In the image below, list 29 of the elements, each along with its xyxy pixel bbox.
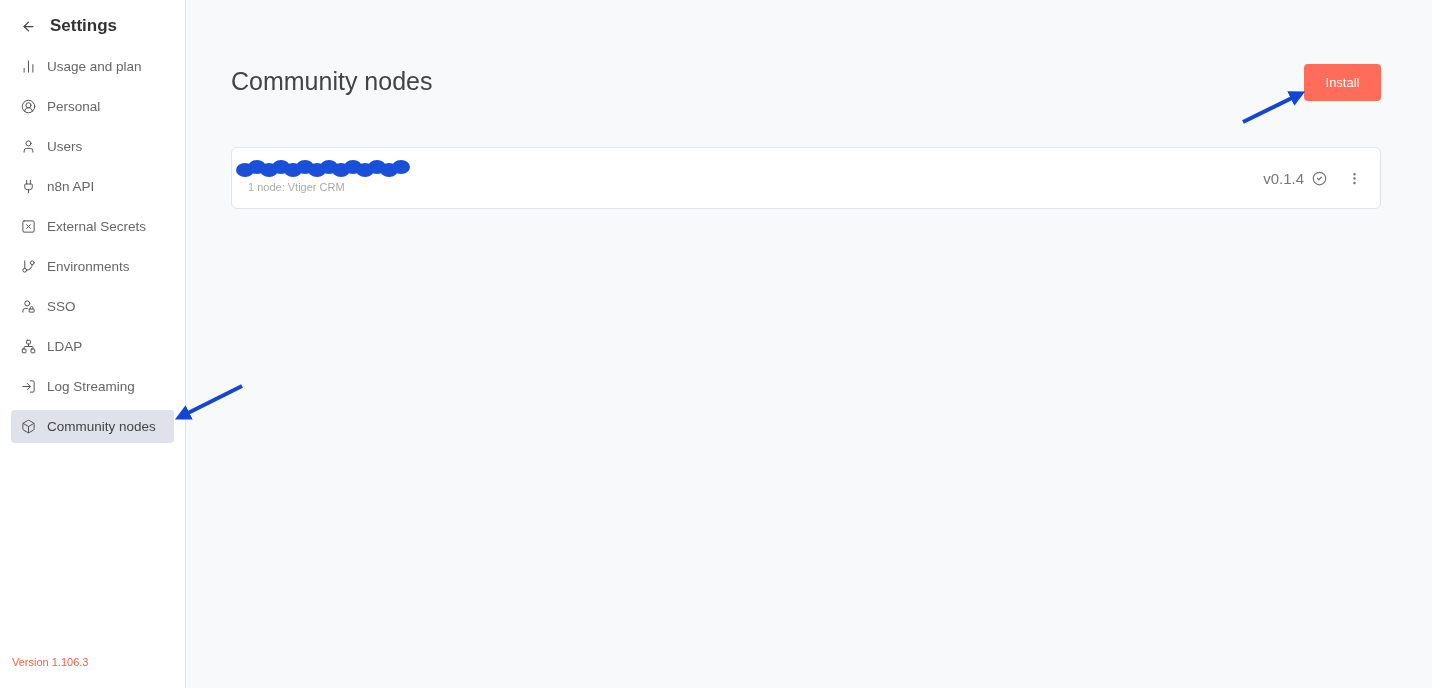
- sidebar-item[interactable]: Personal: [11, 90, 174, 123]
- page-title: Community nodes: [231, 67, 433, 96]
- sidebar-item[interactable]: Community nodes: [11, 410, 174, 443]
- version-label: Version 1.106.3: [11, 656, 90, 668]
- sidebar-item[interactable]: Environments: [11, 250, 174, 283]
- bar-chart-icon: [21, 59, 36, 74]
- package-version: v0.1.4: [1263, 169, 1304, 187]
- user-lock-icon: [21, 299, 36, 314]
- check-circle-icon: [1312, 170, 1327, 186]
- network-icon: [21, 339, 36, 354]
- sidebar-title: Settings: [50, 16, 118, 36]
- package-subtitle: 1 node: Vtiger CRM: [247, 181, 345, 193]
- square-x-icon: [21, 219, 36, 234]
- annotation-arrow: [174, 384, 243, 420]
- sidebar-item[interactable]: Users: [11, 130, 174, 163]
- user-circle-icon: [21, 99, 36, 114]
- sidebar-item[interactable]: n8n API: [11, 170, 174, 203]
- user-icon: [21, 139, 36, 154]
- sidebar-item[interactable]: SSO: [11, 290, 174, 323]
- cube-icon: [21, 419, 36, 434]
- sidebar-item[interactable]: Usage and plan: [11, 50, 174, 83]
- branch-icon: [21, 259, 36, 274]
- sidebar-item[interactable]: External Secrets: [11, 210, 174, 243]
- back-icon[interactable]: [21, 18, 36, 34]
- annotation-arrow: [1242, 91, 1306, 124]
- sidebar-item[interactable]: LDAP: [11, 330, 174, 363]
- sidebar-item[interactable]: Log Streaming: [11, 370, 174, 403]
- enter-icon: [21, 379, 36, 394]
- plug-icon: [21, 179, 36, 194]
